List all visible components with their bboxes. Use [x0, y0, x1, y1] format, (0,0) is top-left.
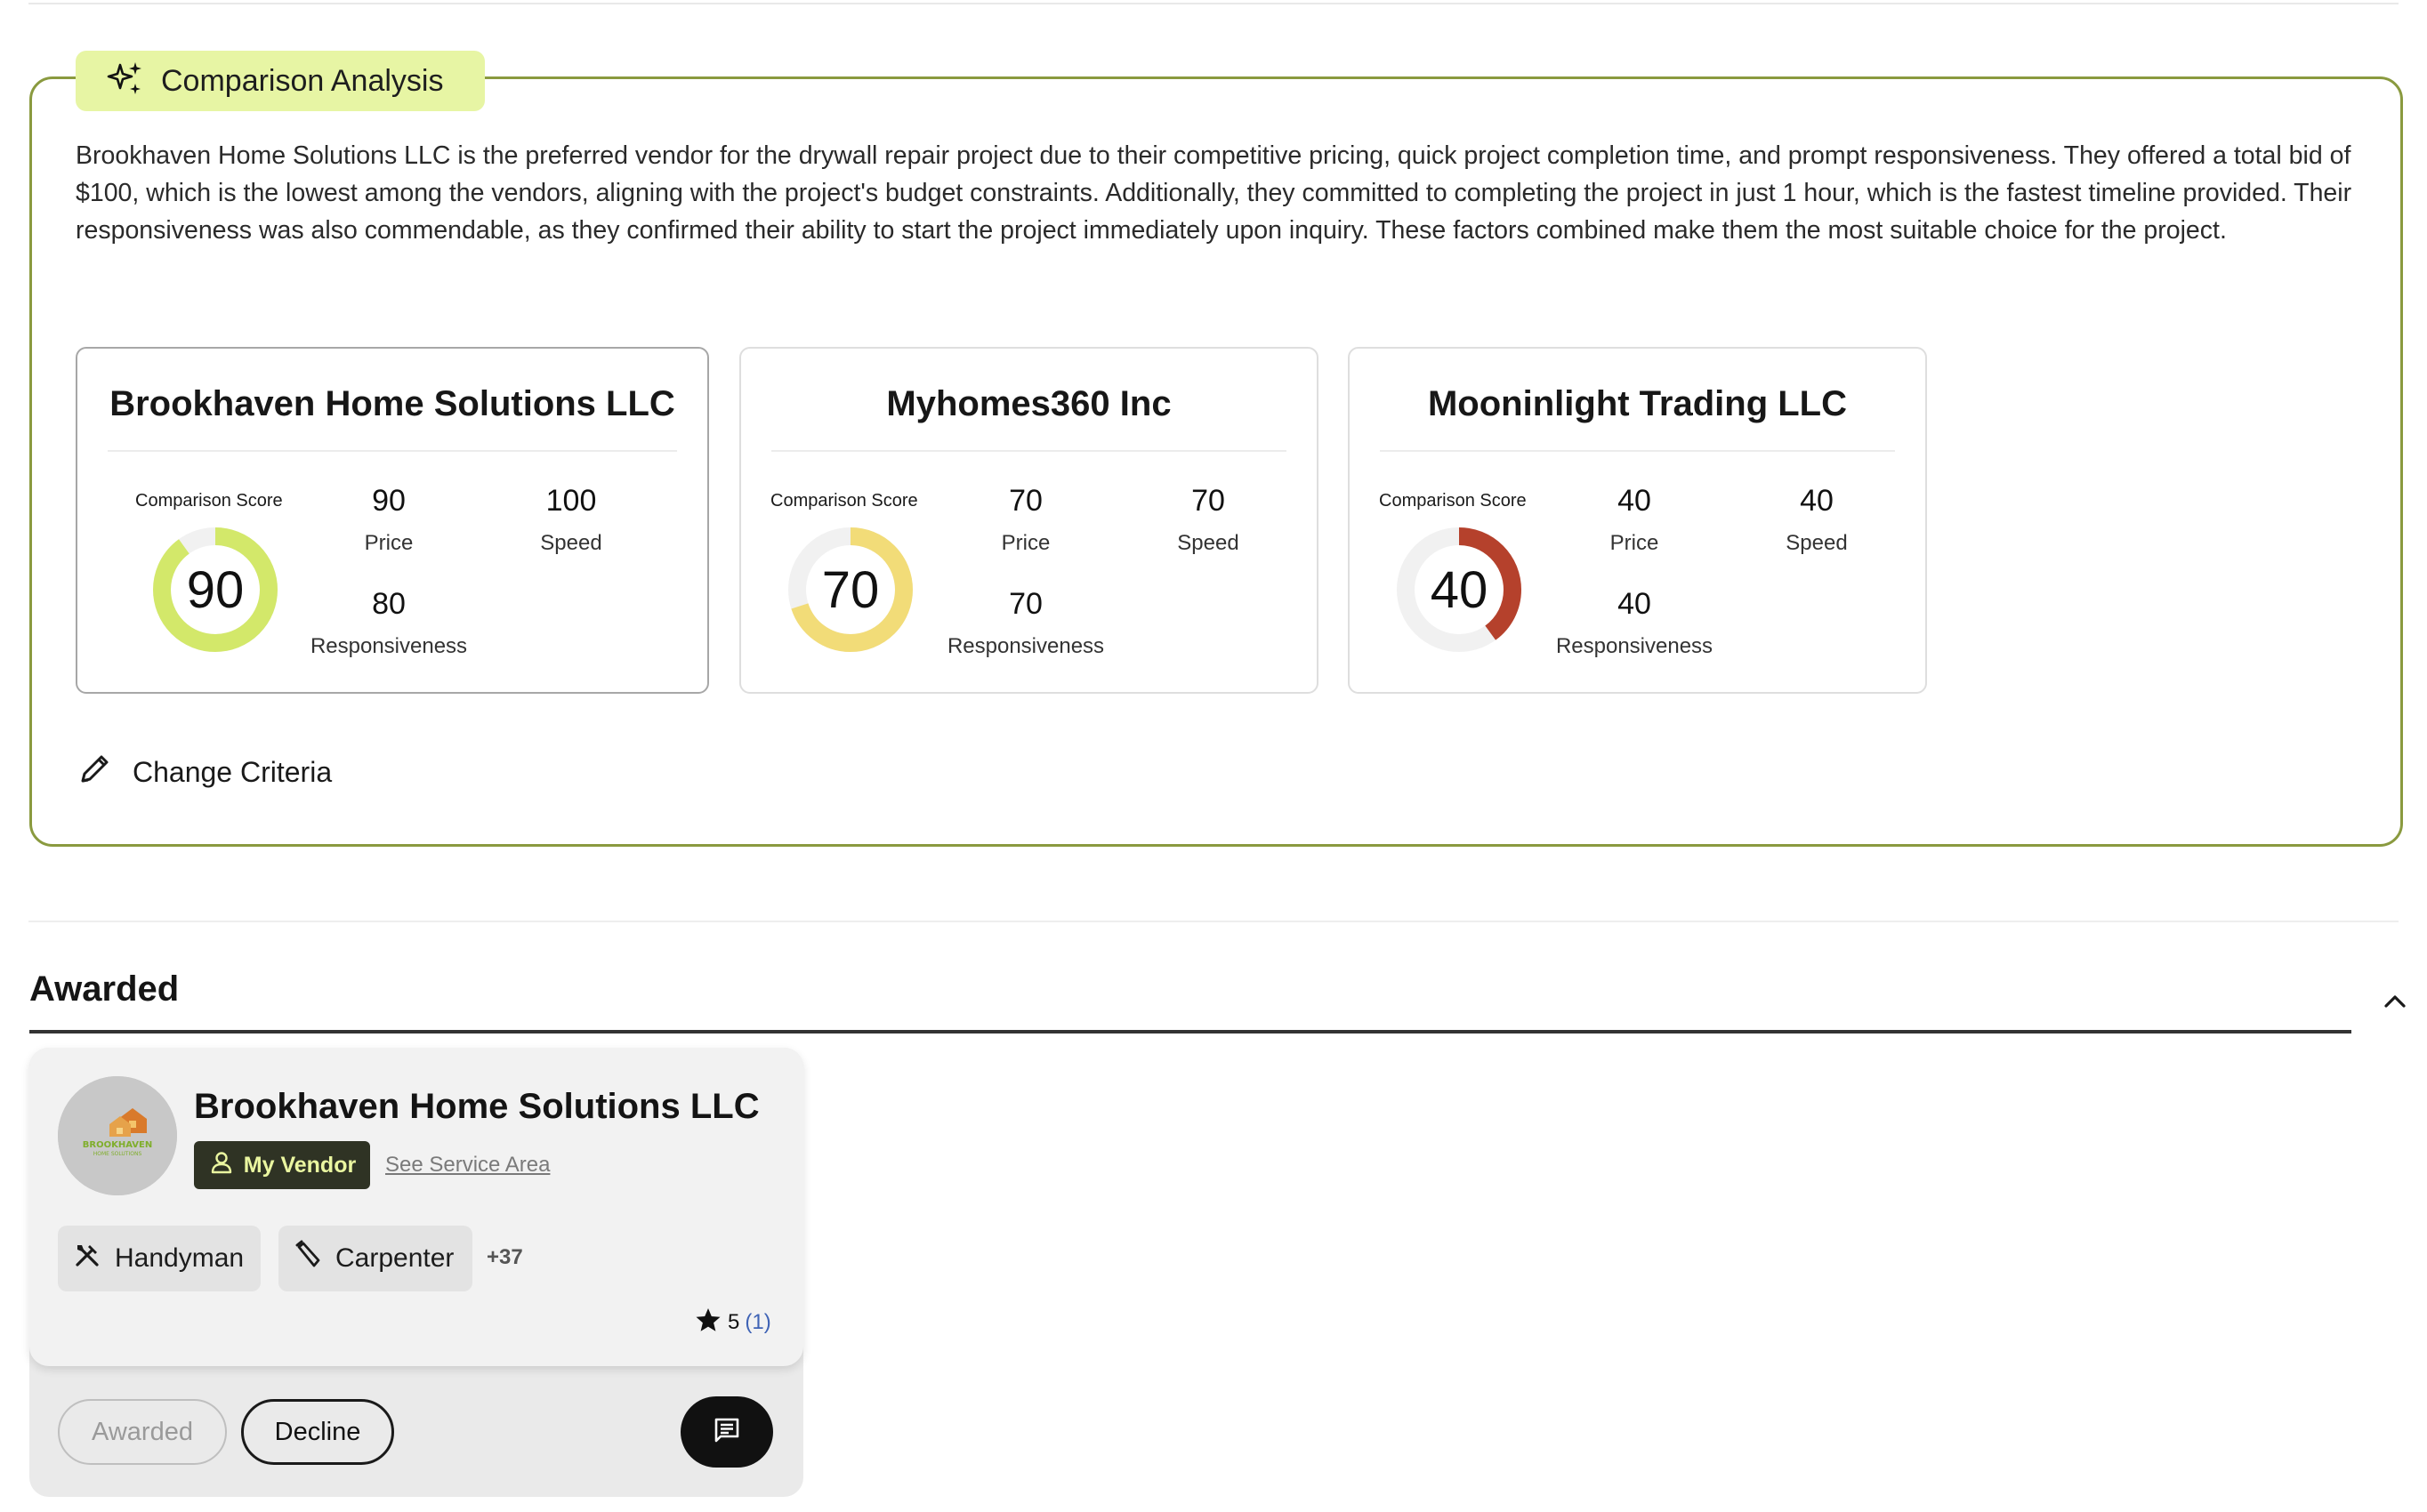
- vendor-card-myhomes360[interactable]: Myhomes360 Inc Comparison Score 70 70 Pr…: [739, 347, 1318, 694]
- price-metric: 40 Price: [1536, 484, 1732, 556]
- user-icon: [208, 1149, 235, 1182]
- comparison-badge: Comparison Analysis: [76, 51, 485, 111]
- pencil-icon: [76, 749, 115, 795]
- speed-value: 40: [1800, 484, 1834, 518]
- awarded-vendor-card: BROOKHAVEN HOME SOLUTIONS Brookhaven Hom…: [29, 1048, 803, 1497]
- decline-button[interactable]: Decline: [241, 1399, 394, 1465]
- category-chip-carpenter: Carpenter: [278, 1226, 472, 1291]
- price-value: 40: [1617, 484, 1651, 518]
- responsiveness-label: Responsiveness: [310, 634, 468, 658]
- price-label: Price: [364, 531, 414, 555]
- vendor-card-mooninlight[interactable]: Mooninlight Trading LLC Comparison Score…: [1348, 347, 1927, 694]
- speed-metric: 100 Speed: [473, 484, 669, 556]
- comparison-score-label: Comparison Score: [770, 491, 918, 511]
- svg-text:BROOKHAVEN: BROOKHAVEN: [83, 1140, 152, 1150]
- my-vendor-label: My Vendor: [243, 1152, 357, 1178]
- speed-label: Speed: [1786, 531, 1848, 555]
- saw-icon: [293, 1240, 323, 1277]
- price-label: Price: [1001, 531, 1051, 555]
- category-label: Handyman: [115, 1243, 245, 1273]
- awarded-button[interactable]: Awarded: [58, 1399, 227, 1465]
- comparison-title: Comparison Analysis: [161, 63, 444, 98]
- responsiveness-metric: 80 Responsiveness: [291, 587, 487, 659]
- price-value: 90: [372, 484, 406, 518]
- speed-metric: 40 Speed: [1719, 484, 1915, 556]
- responsiveness-metric: 40 Responsiveness: [1536, 587, 1732, 659]
- score-donut: 70: [784, 523, 917, 656]
- responsiveness-label: Responsiveness: [947, 634, 1105, 658]
- star-icon: [694, 1306, 722, 1339]
- card-divider: [1380, 450, 1895, 452]
- message-icon: [712, 1415, 742, 1450]
- svg-text:HOME SOLUTIONS: HOME SOLUTIONS: [93, 1151, 142, 1157]
- price-metric: 70 Price: [928, 484, 1124, 556]
- my-vendor-badge: My Vendor: [194, 1141, 370, 1189]
- change-criteria-button[interactable]: Change Criteria: [76, 749, 332, 795]
- vendor-card-name: Myhomes360 Inc: [886, 384, 1172, 423]
- responsiveness-value: 70: [1009, 587, 1043, 621]
- awarded-vendor-info[interactable]: BROOKHAVEN HOME SOLUTIONS Brookhaven Hom…: [29, 1048, 803, 1366]
- comparison-score-label: Comparison Score: [135, 491, 283, 511]
- responsiveness-label: Responsiveness: [1555, 634, 1713, 658]
- speed-label: Speed: [1177, 531, 1239, 555]
- score-donut: 40: [1392, 523, 1526, 656]
- see-service-area-link[interactable]: See Service Area: [385, 1153, 550, 1178]
- vendor-avatar: BROOKHAVEN HOME SOLUTIONS: [58, 1076, 177, 1195]
- tools-icon: [72, 1240, 102, 1277]
- top-divider: [28, 3, 2399, 4]
- review-count-link[interactable]: (1): [745, 1310, 770, 1335]
- message-button[interactable]: [681, 1396, 773, 1468]
- responsiveness-metric: 70 Responsiveness: [928, 587, 1124, 659]
- speed-value: 70: [1191, 484, 1225, 518]
- responsiveness-value: 80: [372, 587, 406, 621]
- speed-label: Speed: [540, 531, 602, 555]
- more-categories-count[interactable]: +37: [487, 1245, 523, 1270]
- price-value: 70: [1009, 484, 1043, 518]
- price-metric: 90 Price: [291, 484, 487, 556]
- score-value: 40: [1430, 560, 1488, 619]
- speed-metric: 70 Speed: [1110, 484, 1306, 556]
- change-criteria-label: Change Criteria: [133, 755, 333, 788]
- category-label: Carpenter: [335, 1243, 455, 1273]
- vendor-rating: 5 (1): [694, 1306, 771, 1339]
- awarded-section-title: Awarded: [29, 969, 180, 1009]
- vendor-card-name: Mooninlight Trading LLC: [1427, 384, 1847, 423]
- score-value: 90: [186, 560, 245, 619]
- rating-value: 5: [728, 1309, 740, 1334]
- awarded-underline: [29, 1030, 2351, 1033]
- speed-value: 100: [545, 484, 597, 518]
- comparison-score-label: Comparison Score: [1379, 491, 1527, 511]
- vendor-card-name: Brookhaven Home Solutions LLC: [109, 384, 675, 423]
- price-label: Price: [1609, 531, 1659, 555]
- section-divider: [28, 921, 2399, 922]
- chevron-up-icon[interactable]: [2377, 984, 2413, 1019]
- comparison-summary: Brookhaven Home Solutions LLC is the pre…: [76, 141, 2352, 245]
- card-divider: [108, 450, 677, 452]
- category-chip-handyman: Handyman: [58, 1226, 261, 1291]
- score-value: 70: [821, 560, 880, 619]
- awarded-vendor-name[interactable]: Brookhaven Home Solutions LLC: [194, 1087, 760, 1127]
- sparkles-icon: [106, 60, 145, 103]
- card-divider: [771, 450, 1286, 452]
- responsiveness-value: 40: [1617, 587, 1651, 621]
- score-donut: 90: [149, 523, 282, 656]
- vendor-card-brookhaven[interactable]: Brookhaven Home Solutions LLC Comparison…: [76, 347, 709, 694]
